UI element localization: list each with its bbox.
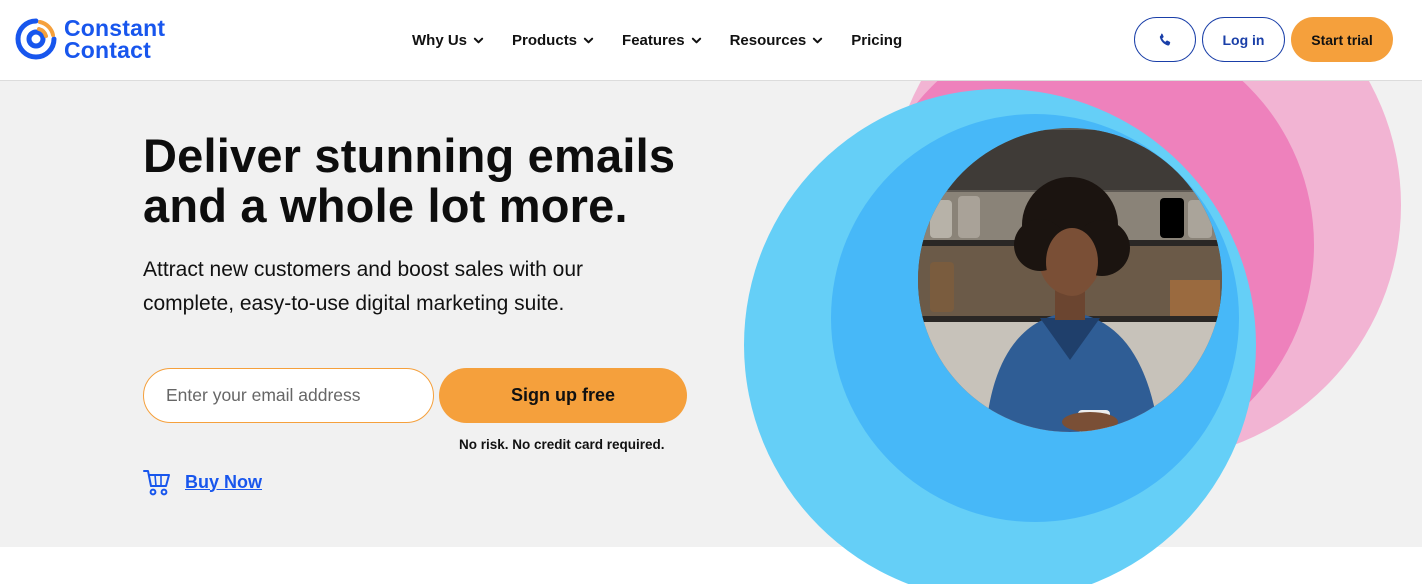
nav-item-why-us[interactable]: Why Us [412, 32, 484, 49]
hero-section: Deliver stunning emails and a whole lot … [0, 81, 1422, 547]
chevron-down-icon [473, 37, 484, 43]
phone-icon [1159, 33, 1171, 46]
buy-now-link-group[interactable]: Buy Now [143, 467, 262, 497]
site-header: Constant Contact Why Us Products Feature… [0, 0, 1422, 81]
hero-headline-line1: Deliver stunning emails [143, 129, 676, 182]
main-nav: Why Us Products Features Resources Prici… [412, 0, 930, 80]
page: Constant Contact Why Us Products Feature… [0, 0, 1422, 584]
brand-wordmark: Constant Contact [64, 15, 166, 63]
nav-item-label: Products [512, 31, 578, 49]
no-risk-note: No risk. No credit card required. [459, 437, 665, 452]
login-button[interactable]: Log in [1202, 17, 1285, 62]
hero-headline: Deliver stunning emails and a whole lot … [143, 131, 743, 231]
nav-item-products[interactable]: Products [512, 32, 594, 49]
email-input[interactable] [143, 368, 434, 423]
chevron-down-icon [813, 37, 823, 43]
nav-item-pricing[interactable]: Pricing [851, 32, 902, 49]
hero-headline-line2: and a whole lot more. [143, 179, 628, 232]
brand-name-line2: Contact [64, 37, 152, 63]
below-hero-area [0, 547, 1422, 584]
phone-button[interactable] [1134, 17, 1196, 62]
hero-subheading-line2: complete, easy-to-use digital marketing … [143, 292, 565, 315]
nav-item-features[interactable]: Features [622, 32, 702, 49]
constant-contact-logo-icon [15, 18, 57, 60]
chevron-down-icon [691, 37, 701, 43]
hero-subheading: Attract new customers and boost sales wi… [143, 253, 663, 321]
brand-logo[interactable]: Constant Contact [12, 14, 165, 64]
nav-item-label: Features [622, 31, 685, 49]
nav-item-label: Why Us [412, 31, 468, 49]
buy-now-link[interactable]: Buy Now [185, 472, 262, 493]
nav-item-label: Pricing [851, 31, 903, 49]
shopping-cart-icon [143, 470, 170, 496]
hero-subheading-line1: Attract new customers and boost sales wi… [143, 258, 584, 281]
sign-up-free-button[interactable]: Sign up free [439, 368, 687, 423]
start-trial-button[interactable]: Start trial [1291, 17, 1393, 62]
chevron-down-icon [583, 37, 594, 43]
brand-name-line1: Constant [64, 15, 166, 41]
nav-item-resources[interactable]: Resources [730, 32, 824, 49]
nav-item-label: Resources [729, 31, 807, 49]
